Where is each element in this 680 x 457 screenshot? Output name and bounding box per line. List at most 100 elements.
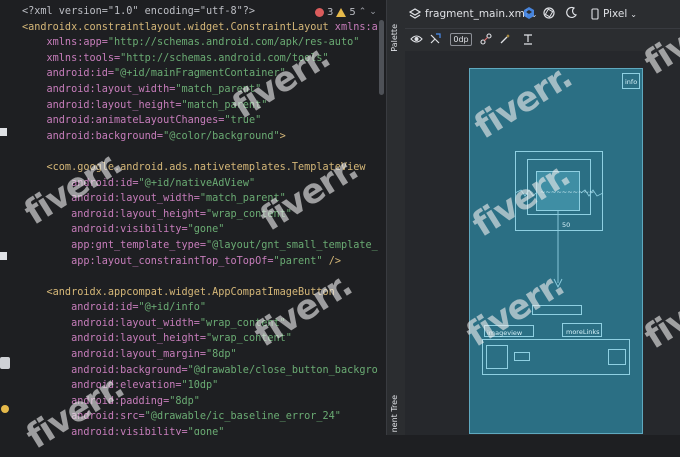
center-view-outline[interactable] — [532, 305, 582, 315]
code-token: "http://schemas.android.com/apk/res-auto… — [107, 37, 360, 49]
code-token: "@drawable/close_button_background" — [187, 364, 386, 376]
code-line[interactable]: android:padding="8dp" — [22, 394, 386, 410]
tool-window-strip: Palette nent Tree — [386, 0, 405, 435]
code-line[interactable]: <androidx.appcompat.widget.AppCompatImag… — [22, 285, 386, 301]
palette-tab[interactable]: Palette — [390, 24, 402, 52]
code-line[interactable]: xmlns:tools="http://schemas.android.com/… — [22, 51, 386, 67]
code-line[interactable]: android:animateLayoutChanges="true" — [22, 113, 386, 129]
code-token: android:layout_width= — [22, 83, 176, 95]
clear-constraints-icon[interactable] — [480, 33, 492, 45]
layout-design-pane: fragment_main.xml ⌄ Pixel ⌄ 0dp info ~~~… — [405, 0, 680, 435]
info-button-outline[interactable]: info — [622, 73, 640, 89]
code-line[interactable]: app:gnt_template_type="@layout/gnt_small… — [22, 238, 386, 254]
code-token: android:elevation= — [22, 380, 182, 392]
code-line[interactable]: <com.google.android.ads.nativetemplates.… — [22, 160, 386, 176]
view-options-icon[interactable] — [410, 33, 423, 45]
code-token: <androidx.appcompat.widget.AppCompatImag… — [22, 286, 335, 298]
left-view-outline[interactable]: imageview — [484, 325, 534, 337]
code-line[interactable]: app:layout_constraintTop_toTopOf="parent… — [22, 254, 386, 270]
chevron-down-icon[interactable]: ⌄ — [369, 7, 377, 17]
warning-count: 5 — [349, 6, 356, 18]
code-line[interactable]: android:visibility="gone" — [22, 222, 386, 238]
info-label: info — [625, 78, 638, 86]
component-tree-tab[interactable]: nent Tree — [390, 395, 402, 432]
code-line[interactable]: xmlns:app="http://schemas.android.com/ap… — [22, 35, 386, 51]
code-token: > — [279, 130, 286, 142]
autoconnect-icon[interactable] — [429, 33, 441, 45]
code-token: android:background= — [22, 364, 188, 376]
phone-icon — [591, 8, 599, 20]
code-token: android:layout_height= — [22, 99, 182, 111]
file-name-dropdown[interactable]: fragment_main.xml ⌄ — [425, 8, 537, 20]
code-token: "match_parent" — [199, 193, 286, 205]
code-token: "wrap_content" — [206, 208, 292, 220]
code-line[interactable] — [22, 144, 386, 160]
editor-scrollbar[interactable] — [378, 0, 386, 435]
code-line[interactable]: android:layout_height="wrap_content" — [22, 331, 386, 347]
code-line[interactable]: android:layout_width="wrap_content" — [22, 316, 386, 332]
code-lines[interactable]: <?xml version="1.0" encoding="utf-8"?> <a… — [22, 4, 386, 435]
gutter-warning-icon[interactable] — [1, 405, 9, 413]
blueprint-toolbar: 0dp — [405, 28, 680, 52]
infer-constraints-icon[interactable] — [499, 33, 511, 45]
code-line[interactable] — [22, 269, 386, 285]
code-token: android:id= — [22, 177, 139, 189]
error-count: 3 — [327, 6, 334, 18]
more-links-outline[interactable]: moreLinks — [562, 323, 602, 337]
code-line[interactable]: <androidx.constraintlayout.widget.Constr… — [22, 20, 386, 36]
code-token: "true" — [224, 115, 262, 127]
night-mode-icon[interactable] — [565, 6, 578, 19]
device-label: Pixel — [603, 8, 628, 20]
code-token: "@color/background" — [163, 130, 280, 142]
code-token: "wrap_content" — [206, 333, 292, 345]
warning-icon — [336, 7, 347, 17]
code-token: android:animateLayoutChanges= — [22, 115, 225, 127]
code-token: "10dp" — [181, 380, 219, 392]
code-line[interactable]: android:background="@drawable/close_butt… — [22, 363, 386, 379]
code-line[interactable]: android:layout_height="wrap_content" — [22, 207, 386, 223]
code-token: "@drawable/ic_baseline_error_24" — [144, 411, 341, 423]
code-token: android:padding= — [22, 395, 170, 407]
baseline-icon[interactable] — [522, 33, 534, 45]
code-token: "@+id/mainFragmentContainer" — [114, 68, 286, 80]
device-dropdown[interactable]: Pixel ⌄ — [591, 8, 637, 20]
code-token: "match_parent" — [175, 83, 262, 95]
bottom-button-outline[interactable] — [608, 349, 626, 365]
orientation-icon[interactable] — [542, 6, 556, 20]
code-line[interactable]: android:id="@+id/mainFragmentContainer" — [22, 66, 386, 82]
constraint-value: 50 — [562, 221, 571, 229]
code-token: android:layout_height= — [22, 333, 207, 345]
code-line[interactable]: android:layout_margin="8dp" — [22, 347, 386, 363]
bottom-text-outline[interactable] — [514, 352, 530, 361]
design-surface-icon[interactable] — [522, 6, 536, 20]
layers-icon[interactable] — [409, 8, 421, 20]
code-line[interactable]: android:layout_width="match_parent" — [22, 82, 386, 98]
code-token: "@+id/info" — [138, 302, 207, 314]
code-line[interactable]: android:visibility="gone" — [22, 425, 386, 435]
code-token: "parent" — [273, 255, 323, 267]
bottom-image-outline[interactable] — [486, 345, 508, 369]
code-line[interactable]: android:src="@drawable/ic_baseline_error… — [22, 409, 386, 425]
code-line[interactable]: android:id="@+id/nativeAdView" — [22, 176, 386, 192]
code-token: app:gnt_template_type= — [22, 239, 207, 251]
code-token: xmlns:app= — [22, 37, 108, 49]
code-line[interactable]: android:elevation="10dp" — [22, 378, 386, 394]
code-token: "gone" — [187, 427, 225, 435]
code-line[interactable]: android:id="@+id/info" — [22, 300, 386, 316]
file-name: fragment_main.xml — [425, 8, 528, 20]
default-margin-selector[interactable]: 0dp — [450, 33, 472, 46]
code-token: app:layout_constraintTop_toTopOf= — [22, 255, 274, 267]
code-token: "@+id/nativeAdView" — [138, 177, 256, 189]
code-token: xmlns:tools= — [22, 52, 121, 64]
inspection-widget[interactable]: 3 5 ⌃ ⌄ — [312, 5, 380, 19]
code-token: <androidx.constraintlayout.widget.Constr… — [22, 21, 329, 33]
code-line[interactable]: android:layout_height="match_parent" — [22, 98, 386, 114]
blueprint-view[interactable]: info ~~~~~~~~~~ 50 imageview moreLinks — [469, 68, 643, 434]
chevron-up-icon[interactable]: ⌃ — [359, 7, 367, 17]
code-editor[interactable]: <?xml version="1.0" encoding="utf-8"?> <a… — [0, 0, 386, 435]
horizontal-constraint-spring — [515, 189, 604, 197]
gutter-image-preview[interactable] — [0, 357, 10, 369]
code-line[interactable]: android:layout_width="match_parent" — [22, 191, 386, 207]
code-line[interactable]: android:background="@color/background"> — [22, 129, 386, 145]
scrollbar-thumb[interactable] — [379, 20, 384, 95]
